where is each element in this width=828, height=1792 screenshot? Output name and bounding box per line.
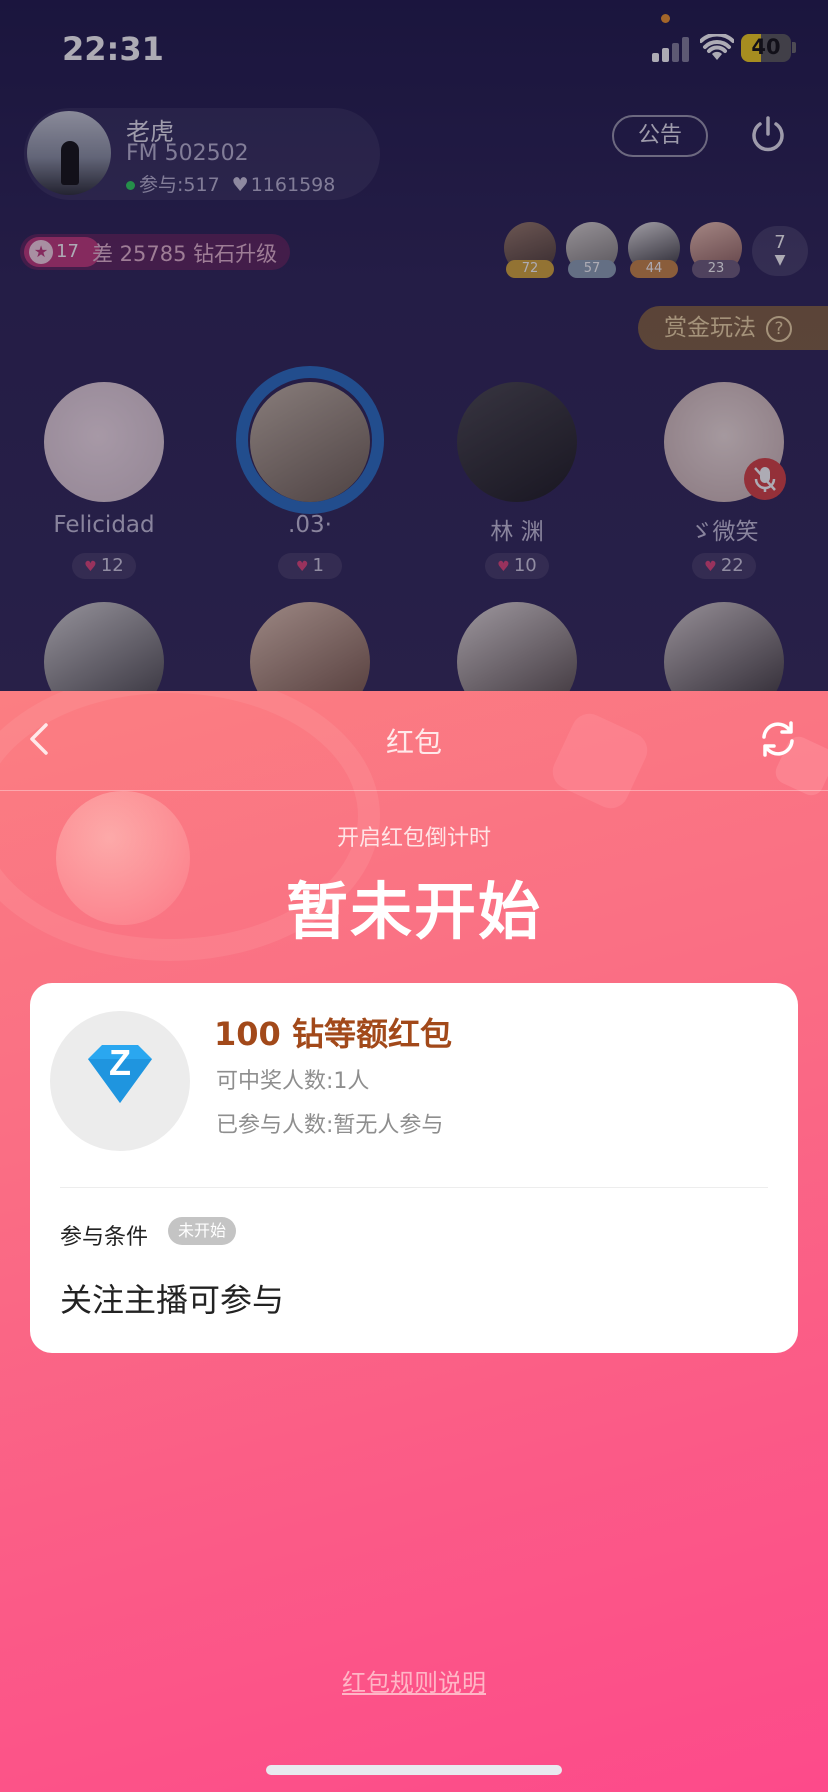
power-icon[interactable] [748,114,788,154]
divider [60,1187,768,1188]
prize-title: 100 钻等额红包 [214,1015,452,1053]
diamond-letter: Z [109,1042,131,1083]
sheet-header: 红包 [0,691,828,791]
cellular-signal-icon [652,36,692,62]
condition-label: 参与条件 [60,1225,149,1250]
host-stats: 参与:517 ♥ 1161598 [126,170,335,197]
red-packet-sheet: 红包 开启红包倒计时 暂未开始 Z 100 钻等额红包 可中奖人数:1人 已参与… [0,691,828,1792]
seat-name: ゞ微笑 [689,519,759,545]
battery-icon: 40 [741,34,791,62]
rules-link[interactable]: 红包规则说明 [0,1663,828,1698]
red-packet-card: Z 100 钻等额红包 可中奖人数:1人 已参与人数:暂无人参与 参与条件 未开… [30,983,798,1353]
red-packet-status: 暂未开始 [285,875,542,948]
bounty-label: 赏金玩法 [664,315,756,341]
seat-name: Felicidad [53,512,155,538]
chevron-down-icon: ▼ [774,252,786,268]
refresh-icon[interactable] [756,717,800,761]
privacy-indicator-dot [661,14,670,23]
status-bar: 22:31 40 [0,0,828,100]
online-dot-icon [126,181,135,190]
status-time: 22:31 [62,30,164,68]
host-fm-id: FM 502502 [126,141,249,166]
seat-likes: ♥ 10 [485,553,549,579]
diamond-icon: Z [50,1011,190,1151]
heart-icon: ♥ [497,559,510,575]
seat-likes-count: 22 [720,555,744,576]
host-card[interactable]: 老虎 FM 502502 参与:517 ♥ 1161598 [24,108,380,200]
level-upgrade-text: 差 25785 钻石升级 [92,242,278,266]
mic-muted-icon [744,458,786,500]
mic-seat-avatar[interactable] [457,382,577,502]
seat-likes-count: 10 [513,555,537,576]
viewer-count: 44 [630,260,678,278]
battery-percent: 40 [751,35,781,59]
countdown-label: 开启红包倒计时 [336,826,491,851]
condition-text: 关注主播可参与 [60,1281,285,1319]
seat-likes: ♥ 1 [278,553,342,579]
seat-likes: ♥ 22 [692,553,756,579]
prize-joined: 已参与人数:暂无人参与 [216,1113,444,1138]
battery-tip [792,42,796,53]
wifi-icon [700,34,734,60]
notice-button[interactable]: 公告 [612,115,708,157]
heart-icon: ♥ [295,559,309,575]
host-participants: 参与:517 [139,174,220,196]
host-avatar[interactable] [27,111,111,195]
voice-room: 22:31 40 老虎 FM 502502 参与:517 ♥ 1161598 公告 [0,0,828,722]
prize-winners: 可中奖人数:1人 [216,1069,370,1094]
help-icon[interactable]: ? [766,315,792,342]
level-badge: ★ 17 [24,237,100,267]
home-indicator[interactable] [266,1765,562,1775]
heart-icon: ♥ [231,174,249,196]
bounty-play-button[interactable]: 赏金玩法? [638,306,828,350]
heart-icon: ♥ [704,559,717,575]
host-likes: 1161598 [250,174,336,196]
sheet-title: 红包 [385,726,442,759]
seat-name: .03· [288,512,332,538]
level-progress-pill[interactable]: ★ 17 差 25785 钻石升级 [20,234,290,270]
viewer-avatar[interactable]: 44 [628,222,680,278]
viewer-count: 72 [506,260,554,278]
mic-seat-avatar[interactable] [44,382,164,502]
viewer-avatar[interactable]: 57 [566,222,618,278]
viewer-count: 23 [692,260,740,278]
viewer-avatar[interactable]: 72 [504,222,556,278]
modal-overlay[interactable] [0,0,828,700]
viewer-count: 57 [568,260,616,278]
seat-likes-count: 1 [312,555,324,576]
seat-likes-count: 12 [100,555,124,576]
heart-icon: ♥ [84,559,97,575]
mic-seat-avatar[interactable] [250,382,370,502]
condition-status-badge: 未开始 [168,1217,237,1245]
level-number: 17 [56,241,79,262]
viewer-avatar[interactable]: 23 [690,222,742,278]
viewer-list-button[interactable]: 7 ▼ [752,226,808,276]
viewer-more-count: 7 [774,232,786,253]
seat-name: 林 渊 [490,519,544,545]
seat-likes: ♥ 12 [72,553,136,579]
star-icon: ★ [29,240,53,264]
